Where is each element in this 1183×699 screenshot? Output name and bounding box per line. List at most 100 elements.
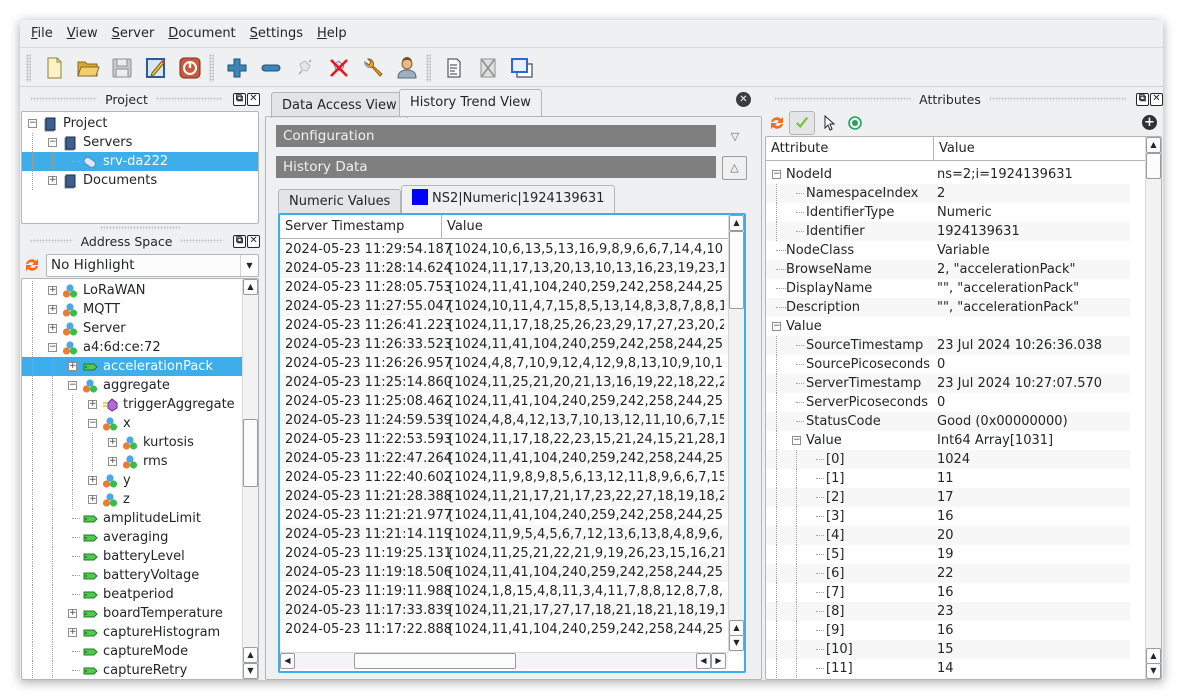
collapse-history-data-button[interactable]: △ — [722, 156, 747, 180]
table-row[interactable]: 2024-05-23 11:29:54.187 {1024,10,6,13,5,1… — [280, 240, 728, 259]
select-node-button[interactable] — [821, 114, 839, 132]
float-dock-button[interactable]: ⧉ — [233, 92, 246, 106]
tree-item[interactable]: + Server — [22, 319, 242, 338]
connect-button[interactable] — [288, 52, 322, 84]
add-attribute-icon[interactable]: + — [1142, 115, 1157, 130]
toolbar-grip[interactable] — [26, 53, 31, 82]
tree-item[interactable]: − x — [22, 414, 242, 433]
power-button[interactable] — [173, 52, 207, 84]
attribute-row[interactable]: [2] 17 — [766, 488, 1130, 507]
table-vertical-scrollbar[interactable]: ▲ ▲ ▼ — [728, 215, 744, 652]
tree-item[interactable]: + LoRaWAN — [22, 281, 242, 300]
table-row[interactable]: 2024-05-23 11:17:33.839 {1024,11,21,17,27… — [280, 601, 728, 620]
add-button[interactable] — [220, 52, 254, 84]
scroll-up-button[interactable]: ▲ — [1146, 648, 1161, 664]
attributes-vertical-scrollbar[interactable]: ▲ ▲ ▼ — [1145, 137, 1161, 679]
table-row[interactable]: 2024-05-23 11:26:33.523 {1024,11,41,104,2… — [280, 335, 728, 354]
attribute-row[interactable]: ServerTimestamp 23 Jul 2024 10:27:07.570 — [766, 374, 1130, 393]
attribute-row[interactable]: [9] 16 — [766, 621, 1130, 640]
tree-item[interactable]: + Documents — [22, 171, 258, 190]
expand-icon[interactable]: + — [88, 476, 97, 485]
float-dock-button[interactable]: ⧉ — [233, 234, 247, 248]
disconnect-button[interactable] — [322, 52, 356, 84]
tree-item[interactable]: captureMode — [22, 642, 242, 661]
table-row[interactable]: 2024-05-23 11:21:28.388 {1024,11,21,17,21… — [280, 487, 728, 506]
tree-item[interactable]: amplitudeLimit — [22, 509, 242, 528]
history-data-table[interactable]: Server Timestamp Value 2024-05-23 11:29:… — [278, 213, 746, 673]
save-button[interactable] — [105, 52, 139, 84]
tree-item[interactable]: captureRetry — [22, 661, 242, 679]
collapse-icon[interactable]: − — [772, 322, 781, 331]
refresh-button[interactable] — [23, 256, 41, 274]
column-header-server-timestamp[interactable]: Server Timestamp — [280, 215, 442, 238]
attribute-row[interactable]: − NodeId ns=2;i=1924139631 — [766, 165, 1130, 184]
history-data-section-header[interactable]: History Data — [276, 156, 716, 178]
table-row[interactable]: 2024-05-23 11:21:21.977 {1024,11,41,104,2… — [280, 506, 728, 525]
float-dock-button[interactable]: ⧉ — [1136, 92, 1149, 106]
collapse-icon[interactable]: − — [792, 436, 801, 445]
tree-item[interactable]: + accelerationPack — [22, 357, 242, 376]
table-row[interactable]: 2024-05-23 11:22:53.593 {1024,11,17,18,22… — [280, 430, 728, 449]
attribute-row[interactable]: BrowseName 2, "accelerationPack" — [766, 260, 1130, 279]
table-row[interactable]: 2024-05-23 11:25:14.860 {1024,11,25,21,20… — [280, 373, 728, 392]
attribute-row[interactable]: [5] 19 — [766, 545, 1130, 564]
scroll-down-button[interactable]: ▼ — [729, 635, 744, 651]
scroll-up-button[interactable]: ▲ — [243, 647, 258, 663]
table-row[interactable]: 2024-05-23 11:22:40.602 {1024,11,9,8,9,8,… — [280, 468, 728, 487]
monitor-button[interactable] — [846, 114, 864, 132]
expand-configuration-button[interactable]: ▽ — [723, 127, 747, 147]
scroll-right-button[interactable]: ▶ — [711, 653, 726, 669]
toolbar-grip[interactable] — [426, 53, 431, 82]
project-tree[interactable]: − Project − Servers srv-da222 + Documents — [21, 111, 259, 224]
table-row[interactable]: 2024-05-23 11:26:41.223 {1024,11,17,18,25… — [280, 316, 728, 335]
attribute-row[interactable]: NodeClass Variable — [766, 241, 1130, 260]
tree-item[interactable]: + boardTemperature — [22, 604, 242, 623]
close-tab-icon[interactable]: ✕ — [736, 92, 751, 107]
attribute-row[interactable]: DisplayName "", "accelerationPack" — [766, 279, 1130, 298]
attribute-row[interactable]: Identifier 1924139631 — [766, 222, 1130, 241]
scroll-left-button[interactable]: ◀ — [696, 653, 711, 669]
table-row[interactable]: 2024-05-23 11:24:59.539 {1024,4,8,4,12,13… — [280, 411, 728, 430]
table-row[interactable]: 2024-05-23 11:25:08.462 {1024,11,41,104,2… — [280, 392, 728, 411]
configure-button[interactable] — [356, 52, 390, 84]
user-button[interactable] — [390, 52, 424, 84]
table-row[interactable]: 2024-05-23 11:19:11.988 {1024,1,8,15,4,8,… — [280, 582, 728, 601]
attribute-row[interactable]: StatusCode Good (0x00000000) — [766, 412, 1130, 431]
menu-view[interactable]: View — [60, 26, 105, 41]
close-dock-button[interactable]: ✕ — [1150, 92, 1163, 106]
attribute-row[interactable]: [0] 1024 — [766, 450, 1130, 469]
auto-update-toggle[interactable] — [789, 111, 815, 135]
attribute-row[interactable]: [6] 22 — [766, 564, 1130, 583]
table-row[interactable]: 2024-05-23 11:26:26.957 {1024,4,8,7,10,9,… — [280, 354, 728, 373]
tree-item[interactable]: srv-da222 — [22, 152, 258, 171]
menu-file[interactable]: File — [24, 26, 60, 41]
scroll-up-button[interactable]: ▲ — [243, 279, 258, 295]
scroll-thumb[interactable] — [243, 419, 258, 487]
tree-item[interactable]: batteryVoltage — [22, 566, 242, 585]
scroll-down-button[interactable]: ▼ — [1146, 663, 1161, 679]
collapse-icon[interactable]: − — [48, 343, 57, 352]
table-row[interactable]: 2024-05-23 11:19:18.506 {1024,11,41,104,2… — [280, 563, 728, 582]
scroll-down-button[interactable]: ▼ — [243, 663, 258, 679]
scroll-up-button[interactable]: ▲ — [729, 215, 744, 231]
scroll-thumb[interactable] — [729, 231, 744, 309]
table-row[interactable]: 2024-05-23 11:28:05.753 {1024,11,41,104,2… — [280, 278, 728, 297]
table-horizontal-scrollbar[interactable]: ◀ ◀ ▶ — [280, 652, 728, 669]
highlight-select[interactable]: No Highlight ▼ — [46, 254, 259, 277]
expand-icon[interactable]: + — [88, 495, 97, 504]
new-document-button[interactable] — [37, 52, 71, 84]
attribute-row[interactable]: [7] 16 — [766, 583, 1130, 602]
collapse-icon[interactable]: − — [772, 170, 781, 179]
chevron-down-icon[interactable]: ▼ — [240, 255, 258, 276]
attribute-row[interactable]: [3] 16 — [766, 507, 1130, 526]
tree-item[interactable]: beatperiod — [22, 585, 242, 604]
edit-document-button[interactable] — [139, 52, 173, 84]
splitter-handle[interactable] — [100, 226, 180, 230]
expand-icon[interactable]: + — [48, 324, 57, 333]
table-row[interactable]: 2024-05-23 11:22:47.264 {1024,11,41,104,2… — [280, 449, 728, 468]
attribute-row[interactable]: NamespaceIndex 2 — [766, 184, 1130, 203]
table-row[interactable]: 2024-05-23 11:17:22.888 {1024,11,41,104,2… — [280, 620, 728, 639]
tree-item[interactable]: − a4:6d:ce:72 — [22, 338, 242, 357]
tree-item[interactable]: + z — [22, 490, 242, 509]
close-document-button[interactable] — [471, 52, 505, 84]
